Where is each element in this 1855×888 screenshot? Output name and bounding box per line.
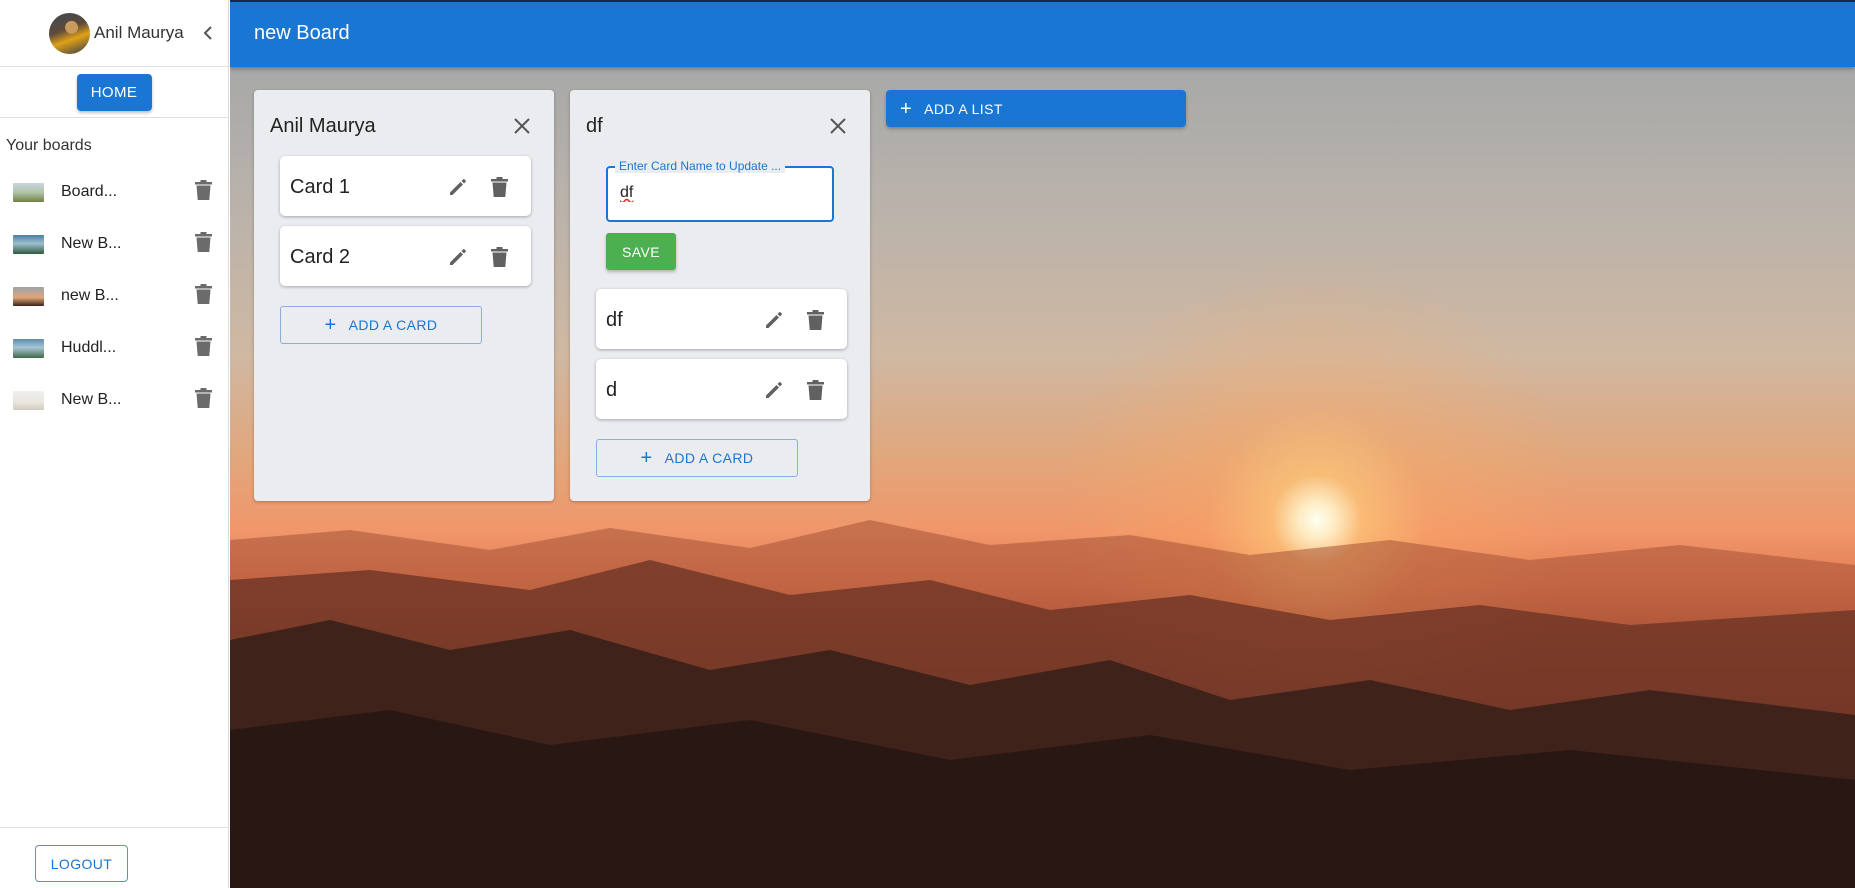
trash-icon[interactable] <box>195 180 212 200</box>
close-icon[interactable] <box>829 117 847 135</box>
board-name: New B... <box>61 235 122 252</box>
card-title: d <box>606 379 618 401</box>
board-canvas: new Board Anil Maurya Card 1 Card 2 + AD… <box>230 0 1855 888</box>
board-name: Board... <box>61 183 118 200</box>
close-icon[interactable] <box>513 117 531 135</box>
plus-icon: + <box>900 97 913 120</box>
trash-icon[interactable] <box>195 336 212 356</box>
your-boards-heading: Your boards <box>6 137 92 154</box>
collapse-sidebar-button[interactable] <box>198 23 218 43</box>
list-title[interactable]: df <box>586 115 603 138</box>
pencil-icon[interactable] <box>448 247 468 267</box>
board-item[interactable]: New B... <box>0 374 228 426</box>
top-app-bar: new Board <box>230 0 1855 67</box>
board-item[interactable]: Huddl... <box>0 322 228 374</box>
trash-icon[interactable] <box>807 310 824 330</box>
trash-icon[interactable] <box>491 177 508 197</box>
trash-icon[interactable] <box>195 232 212 252</box>
plus-icon: + <box>640 447 653 469</box>
add-list-button[interactable]: + ADD A LIST <box>886 90 1186 127</box>
logout-button[interactable]: LOGOUT <box>35 845 128 882</box>
trash-icon[interactable] <box>491 247 508 267</box>
background-mountains <box>230 520 1855 888</box>
pencil-icon[interactable] <box>764 380 784 400</box>
card-title: Card 1 <box>290 176 351 198</box>
trash-icon[interactable] <box>195 388 212 408</box>
board-thumbnail <box>13 286 44 306</box>
sidebar-header: Anil Maurya <box>0 0 228 67</box>
list-title[interactable]: Anil Maurya <box>270 115 376 138</box>
sidebar: Anil Maurya HOME Your boards Board... Ne… <box>0 0 229 888</box>
logout-area: LOGOUT <box>0 827 229 888</box>
add-card-button[interactable]: + ADD A CARD <box>280 306 482 344</box>
board-title: new Board <box>254 22 350 44</box>
pencil-icon[interactable] <box>448 177 468 197</box>
chevron-left-icon <box>203 26 212 40</box>
card-title: Card 2 <box>290 246 351 268</box>
board-list: Board... New B... new B... Huddl... New … <box>0 166 228 426</box>
avatar <box>49 12 90 54</box>
card[interactable]: df <box>596 289 847 349</box>
trash-icon[interactable] <box>195 284 212 304</box>
card[interactable]: Card 2 <box>280 226 531 286</box>
add-card-button[interactable]: + ADD A CARD <box>596 439 798 477</box>
trash-icon[interactable] <box>807 380 824 400</box>
card[interactable]: Card 1 <box>280 156 531 216</box>
update-card-field-label: Enter Card Name to Update ... <box>615 159 786 173</box>
board-thumbnail <box>13 182 44 202</box>
update-card-input[interactable] <box>620 184 820 202</box>
list-column: Anil Maurya Card 1 Card 2 + ADD A CARD <box>254 90 554 501</box>
home-area: HOME <box>0 67 228 118</box>
board-name: New B... <box>61 391 122 408</box>
add-card-label: ADD A CARD <box>664 450 754 466</box>
pencil-icon[interactable] <box>764 310 784 330</box>
board-name: Huddl... <box>61 339 117 356</box>
board-item[interactable]: Board... <box>0 166 228 218</box>
add-card-label: ADD A CARD <box>348 317 438 333</box>
plus-icon: + <box>324 314 337 336</box>
home-button[interactable]: HOME <box>76 73 152 111</box>
board-thumbnail <box>13 234 44 254</box>
board-item[interactable]: new B... <box>0 270 228 322</box>
board-thumbnail <box>13 338 44 358</box>
board-thumbnail <box>13 390 44 410</box>
list-column: df Enter Card Name to Update ... SAVE df… <box>570 90 870 501</box>
add-list-label: ADD A LIST <box>924 100 1003 117</box>
update-card-field[interactable]: Enter Card Name to Update ... <box>606 159 834 222</box>
board-name: new B... <box>61 287 119 304</box>
card-title: df <box>606 309 623 331</box>
save-button[interactable]: SAVE <box>606 233 676 270</box>
board-item[interactable]: New B... <box>0 218 228 270</box>
card[interactable]: d <box>596 359 847 419</box>
user-name: Anil Maurya <box>94 23 184 42</box>
